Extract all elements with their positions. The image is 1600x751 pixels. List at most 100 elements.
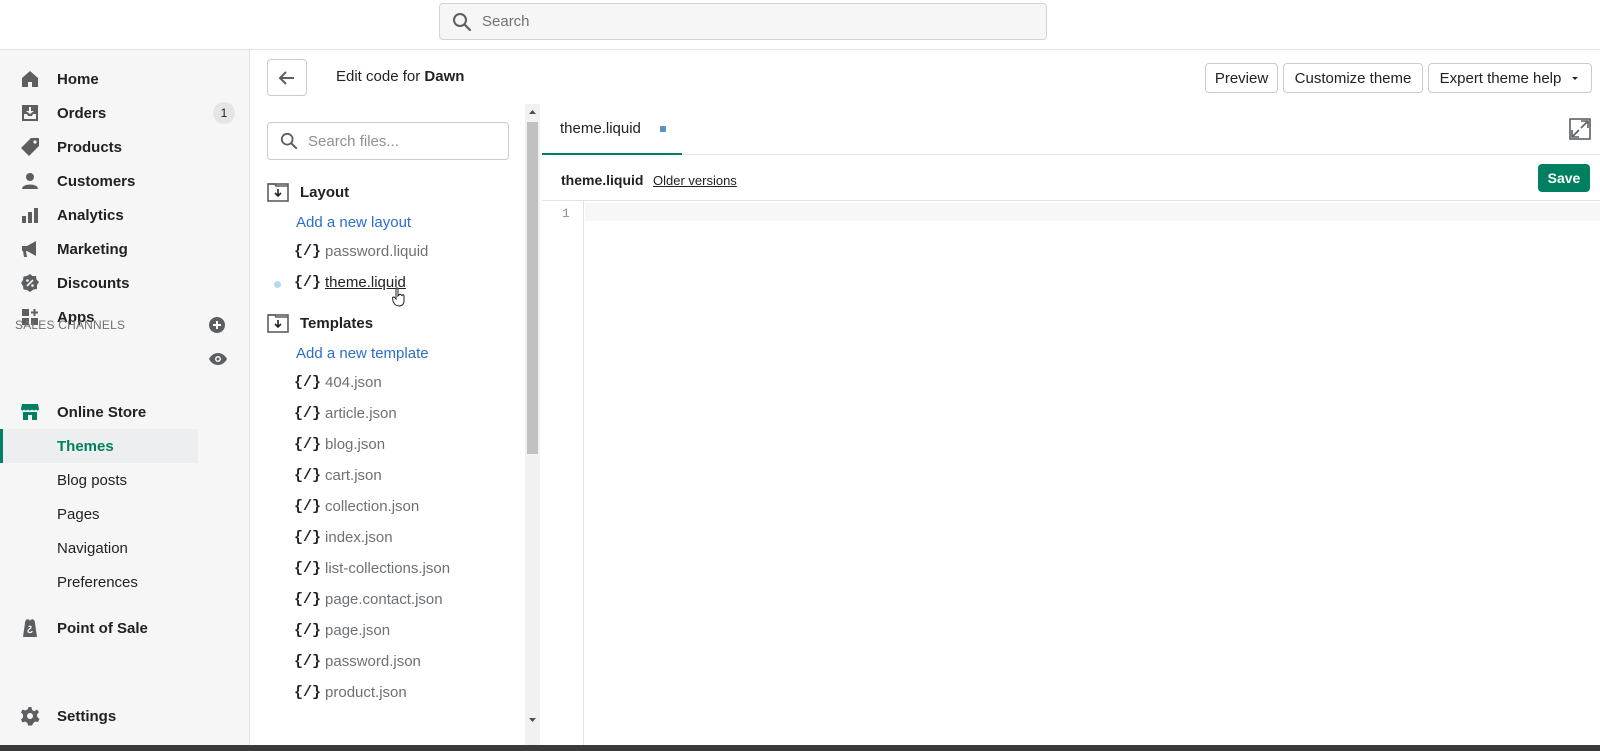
add-new-template-link[interactable]: Add a new template [296,345,429,362]
file-product-json[interactable]: {/} product.json [294,684,407,701]
sidebar-subitem-themes[interactable]: Themes [0,429,198,463]
editor-tab-bar [542,104,1600,155]
file-name: 404.json [325,374,382,391]
file-theme-liquid[interactable]: {/} theme.liquid [294,274,406,291]
file-panel-scroll-thumb[interactable] [527,122,538,454]
liquid-file-icon: {/} [294,529,322,546]
folder-icon [267,314,289,333]
theme-name: Dawn [424,68,465,85]
liquid-file-icon: {/} [294,436,322,453]
sidebar-item-label: Settings [57,707,117,725]
search-files-placeholder: Search files... [308,132,399,150]
eye-icon[interactable] [208,351,228,367]
expert-theme-help-button[interactable]: Expert theme help [1428,63,1592,93]
liquid-file-icon: {/} [294,467,322,484]
search-placeholder: Search [482,13,530,30]
analytics-icon [22,208,38,223]
file-page-json[interactable]: {/} page.json [294,622,390,639]
liquid-file-icon: {/} [294,374,322,391]
file-name: index.json [325,529,393,546]
file-collection-json[interactable]: {/} collection.json [294,498,419,515]
folder-label: Templates [300,314,374,332]
sidebar-subitem-pages[interactable]: Pages [0,497,198,531]
page-title: Edit code for Dawn [336,68,464,85]
editor-file-name: theme.liquid [561,172,644,188]
liquid-file-icon: {/} [294,498,322,515]
folder-templates[interactable]: Templates [267,312,373,334]
search-files-input[interactable]: Search files... [267,122,509,160]
sidebar-item-analytics[interactable]: Analytics [0,198,250,232]
file-404-json[interactable]: {/} 404.json [294,374,382,391]
sidebar-item-label: Customers [57,172,136,190]
sidebar-subitem-label: Themes [57,437,114,455]
chevron-down-icon [1572,77,1579,80]
global-search-input[interactable]: Search [439,3,1047,40]
older-versions-link[interactable]: Older versions [653,173,737,188]
sidebar-item-online-store[interactable]: Online Store [0,395,250,429]
code-editor [542,104,1600,751]
hand-cursor-icon [392,287,405,307]
sidebar-item-products[interactable]: Products [0,130,250,164]
scroll-up-icon[interactable] [527,108,538,116]
home-icon [22,71,38,87]
file-index-json[interactable]: {/} index.json [294,529,393,546]
sidebar-item-label: Point of Sale [57,619,148,637]
sidebar-item-home[interactable]: Home [0,62,250,96]
sidebar-item-label: Marketing [57,240,128,258]
expand-icon[interactable] [1569,118,1591,140]
file-name: article.json [325,405,397,422]
file-name: list-collections.json [325,560,451,577]
scroll-down-icon[interactable] [527,716,538,724]
bottom-strip [0,745,1600,751]
file-list-collections-json[interactable]: {/} list-collections.json [294,560,450,577]
customize-theme-button[interactable]: Customize theme [1283,63,1423,93]
preview-button[interactable]: Preview [1205,63,1278,93]
liquid-file-icon: {/} [294,274,322,291]
sidebar-item-settings[interactable]: Settings [0,699,250,733]
liquid-file-icon: {/} [294,591,322,608]
customers-icon [22,173,38,189]
file-password-json[interactable]: {/} password.json [294,653,421,670]
file-password-liquid[interactable]: {/} password.liquid [294,243,428,260]
sidebar-subitem-navigation[interactable]: Navigation [0,531,198,565]
sidebar-item-customers[interactable]: Customers [0,164,250,198]
sidebar-subitem-blog-posts[interactable]: Blog posts [0,463,198,497]
tab-theme-liquid[interactable]: theme.liquid [542,104,682,155]
sidebar-item-label: Discounts [57,274,130,292]
add-channel-icon[interactable] [208,316,226,334]
file-name: product.json [325,684,407,701]
file-name: password.json [325,653,421,670]
file-name: cart.json [325,467,382,484]
file-name: collection.json [325,498,420,515]
back-button[interactable] [267,59,307,96]
unsaved-dot [660,126,666,132]
tab-label: theme.liquid [560,120,641,137]
sidebar-item-label: Products [57,138,123,156]
sidebar-item-marketing[interactable]: Marketing [0,232,250,266]
add-new-layout-link[interactable]: Add a new layout [296,214,411,231]
sidebar-subitem-label: Pages [57,505,100,523]
file-page-contact-json[interactable]: {/} page.contact.json [294,591,443,608]
file-blog-json[interactable]: {/} blog.json [294,436,385,453]
file-article-json[interactable]: {/} article.json [294,405,397,422]
sidebar-subitem-label: Preferences [57,573,138,591]
file-panel: Search files... Layout Add a new layout … [250,104,527,751]
edit-prefix: Edit code for [336,68,425,85]
code-line[interactable] [585,203,1600,221]
sidebar-subitem-preferences[interactable]: Preferences [0,565,198,599]
sidebar-subitem-label: Blog posts [57,471,128,489]
liquid-file-icon: {/} [294,622,322,639]
save-button[interactable]: Save [1538,164,1590,192]
sidebar-item-label: Analytics [57,206,124,224]
folder-layout[interactable]: Layout [267,181,349,203]
sidebar-item-label: Online Store [57,403,147,421]
unsaved-indicator [274,281,281,288]
folder-icon [267,183,289,202]
file-cart-json[interactable]: {/} cart.json [294,467,382,484]
file-name: password.liquid [325,243,429,260]
sidebar-item-point-of-sale[interactable]: Point of Sale [0,611,250,645]
sidebar-item-orders[interactable]: Orders 1 [0,96,250,130]
liquid-file-icon: {/} [294,684,322,701]
sidebar-item-label: Home [57,70,99,88]
sidebar-item-discounts[interactable]: Discounts [0,266,250,300]
